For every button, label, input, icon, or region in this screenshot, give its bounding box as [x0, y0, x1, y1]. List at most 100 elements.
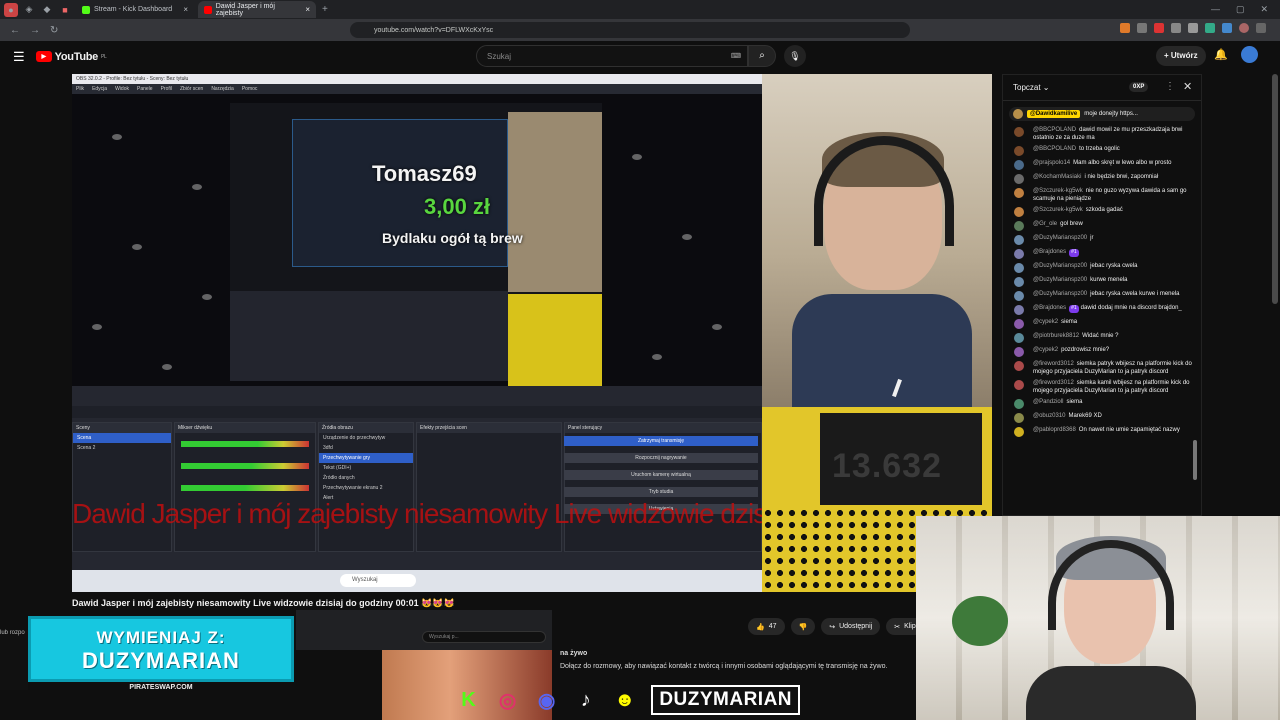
avatar[interactable]	[1014, 263, 1024, 273]
forward-icon[interactable]: →	[30, 25, 40, 36]
avatar[interactable]	[1241, 46, 1258, 63]
menu-icon[interactable]: ☰	[13, 49, 25, 65]
source-item[interactable]: Przechwytywanie gry	[319, 453, 413, 463]
extension-green-icon[interactable]	[1205, 23, 1215, 33]
search-button[interactable]: ⌕	[748, 45, 776, 67]
chat-scrollbar[interactable]	[1193, 440, 1197, 480]
chat-message[interactable]: @Szczurek-kg5wk nie no guzo wyzywa dawida…	[1009, 188, 1195, 203]
source-item[interactable]: Urządzenie do przechwytyw	[319, 433, 413, 443]
chat-author[interactable]: @Szczurek-kg5wk	[1033, 188, 1083, 194]
avatar[interactable]	[1014, 146, 1024, 156]
chat-message[interactable]: @BBCPOLAND to trzeba ogolic	[1009, 146, 1195, 156]
chat-message[interactable]: @Brajdones #1 dawid dodaj mnie na discord …	[1009, 305, 1195, 315]
extension-icon-2[interactable]: ◆	[40, 3, 54, 17]
chat-author[interactable]: @KochamMasiaki	[1033, 174, 1081, 180]
voice-search-button[interactable]: 🎙	[784, 45, 806, 67]
reload-icon[interactable]: ↻	[50, 25, 58, 36]
chat-mode-dropdown[interactable]: Topczat ⌄	[1013, 83, 1050, 92]
avatar[interactable]	[1014, 305, 1024, 315]
avatar[interactable]	[1014, 249, 1024, 259]
chat-message[interactable]: @Pandzioll siema	[1009, 399, 1195, 409]
chat-message[interactable]: @Brajdones #1	[1009, 249, 1195, 259]
avatar[interactable]	[1014, 174, 1024, 184]
chat-message[interactable]: @DuzyMarianspz00 jebac ryska cwela kurwe …	[1009, 291, 1195, 301]
page-scrollbar[interactable]	[1272, 74, 1278, 304]
share-button[interactable]: ↪ Udostępnij	[821, 618, 881, 635]
avatar[interactable]	[1014, 160, 1024, 170]
close-window-icon[interactable]: ✕	[1260, 4, 1268, 15]
avatar[interactable]	[1014, 188, 1024, 198]
chat-message[interactable]: @fireword3012 siemka patryk wbijesz na pl…	[1009, 361, 1195, 376]
avatar[interactable]	[1014, 207, 1024, 217]
back-icon[interactable]: ←	[10, 25, 20, 36]
chat-author[interactable]: @fireword3012	[1033, 361, 1074, 367]
pinned-message[interactable]: @Dawidkamilive moje donejty https...	[1009, 107, 1195, 121]
chat-message[interactable]: @fireword3012 siemka kamil wbijesz na pla…	[1009, 380, 1195, 395]
chat-message[interactable]: @prajspolo14 Mam albo skręt w lewo albo w…	[1009, 160, 1195, 170]
avatar[interactable]	[1014, 413, 1024, 423]
chat-author[interactable]: @Gr_ole	[1033, 221, 1057, 227]
video-player[interactable]: OBS 32.0.2 - Profile: Bez tytułu - Sceny…	[72, 74, 992, 592]
tab-youtube-video[interactable]: Dawid Jasper i mój zajebisty ×	[198, 1, 316, 18]
source-item[interactable]: Tekst (GDI+)	[319, 463, 413, 473]
maximize-icon[interactable]: ▢	[1236, 4, 1245, 15]
chat-author[interactable]: @DuzyMarianspz00	[1033, 235, 1087, 241]
tab-kick-dashboard[interactable]: Stream - Kick Dashboard ×	[76, 1, 194, 18]
chat-message[interactable]: @piotrburek8812 Widać mnie ?	[1009, 333, 1195, 343]
chat-author[interactable]: @prajspolo14	[1033, 160, 1070, 166]
close-chat-icon[interactable]: ✕	[1183, 80, 1192, 93]
close-tab-icon[interactable]: ×	[305, 5, 310, 14]
chat-message[interactable]: @KochamMasiaki i nie będzie brwi, zapomni…	[1009, 174, 1195, 184]
avatar[interactable]	[1014, 347, 1024, 357]
chat-author[interactable]: @fireword3012	[1033, 380, 1074, 386]
chat-author[interactable]: @DuzyMarianspz00	[1033, 291, 1087, 297]
source-item[interactable]: Przechwytywanie ekranu 2	[319, 483, 413, 493]
extension-red-icon[interactable]	[1154, 23, 1164, 33]
xp-badge[interactable]: 0XP	[1129, 82, 1149, 92]
extension-orange-icon[interactable]	[1120, 23, 1130, 33]
more-options-icon[interactable]: ⋮	[1165, 81, 1175, 92]
profile-icon[interactable]	[1239, 23, 1249, 33]
chat-message[interactable]: @Szczurek-kg5wk szkoda gadać	[1009, 207, 1195, 217]
avatar[interactable]	[1014, 319, 1024, 329]
scene-item[interactable]: Scena	[73, 433, 171, 443]
extension-gray-icon-2[interactable]	[1171, 23, 1181, 33]
avatar[interactable]	[1014, 333, 1024, 343]
source-item[interactable]: Źródło danych	[319, 473, 413, 483]
chat-author[interactable]: @Brajdones	[1033, 305, 1066, 311]
chat-author[interactable]: @Pandzioll	[1033, 399, 1063, 405]
avatar[interactable]	[1014, 127, 1024, 137]
source-item[interactable]: 3dfd	[319, 443, 413, 453]
chat-message[interactable]: @BBCPOLAND dawid mowil ze mu przeszkadzaj…	[1009, 127, 1195, 142]
scene-item[interactable]: Scena 2	[73, 443, 171, 453]
avatar[interactable]	[1014, 399, 1024, 409]
chat-author[interactable]: @DuzyMarianspz00	[1033, 277, 1087, 283]
start-recording-button[interactable]: Rozpocznij nagrywanie	[564, 453, 758, 463]
chat-message[interactable]: @cypek2 siema	[1009, 319, 1195, 329]
dislike-button[interactable]: 👎	[790, 618, 816, 635]
notifications-bell-icon[interactable]: 🔔	[1214, 48, 1228, 61]
avatar[interactable]	[1014, 277, 1024, 287]
avatar[interactable]	[1014, 427, 1024, 437]
close-tab-icon[interactable]: ×	[183, 5, 188, 14]
extension-blue-icon[interactable]	[1222, 23, 1232, 33]
chat-author[interactable]: @cypek2	[1033, 319, 1058, 325]
virtual-camera-button[interactable]: Uruchom kamerę wirtualną	[564, 470, 758, 480]
extension-gray-icon-3[interactable]	[1188, 23, 1198, 33]
chat-message[interactable]: @Gr_ole gol brew	[1009, 221, 1195, 231]
chat-author[interactable]: @cypek2	[1033, 347, 1058, 353]
chat-message[interactable]: @pabloprd8368 On nawet nie umie zapamięta…	[1009, 427, 1195, 437]
keyboard-icon[interactable]: ⌨	[731, 52, 741, 60]
chat-author[interactable]: @pabloprd8368	[1033, 427, 1076, 433]
chat-author[interactable]: @BBCPOLAND	[1033, 146, 1076, 152]
browser-menu-dots-icon[interactable]	[1256, 23, 1266, 33]
chat-message[interactable]: @DuzyMarianspz00 jr	[1009, 235, 1195, 245]
studio-mode-button[interactable]: Tryb studia	[564, 487, 758, 497]
minimize-icon[interactable]: —	[1211, 4, 1220, 15]
extension-icon[interactable]: ◈	[22, 3, 36, 17]
chat-message[interactable]: @DuzyMarianspz00 kurwe menela	[1009, 277, 1195, 287]
chat-author[interactable]: @obuz0310	[1033, 413, 1065, 419]
avatar[interactable]	[1014, 235, 1024, 245]
chat-message[interactable]: @obuz0310 Marek69 XD	[1009, 413, 1195, 423]
chat-message[interactable]: @DuzyMarianspz00 jebac ryska cwela	[1009, 263, 1195, 273]
